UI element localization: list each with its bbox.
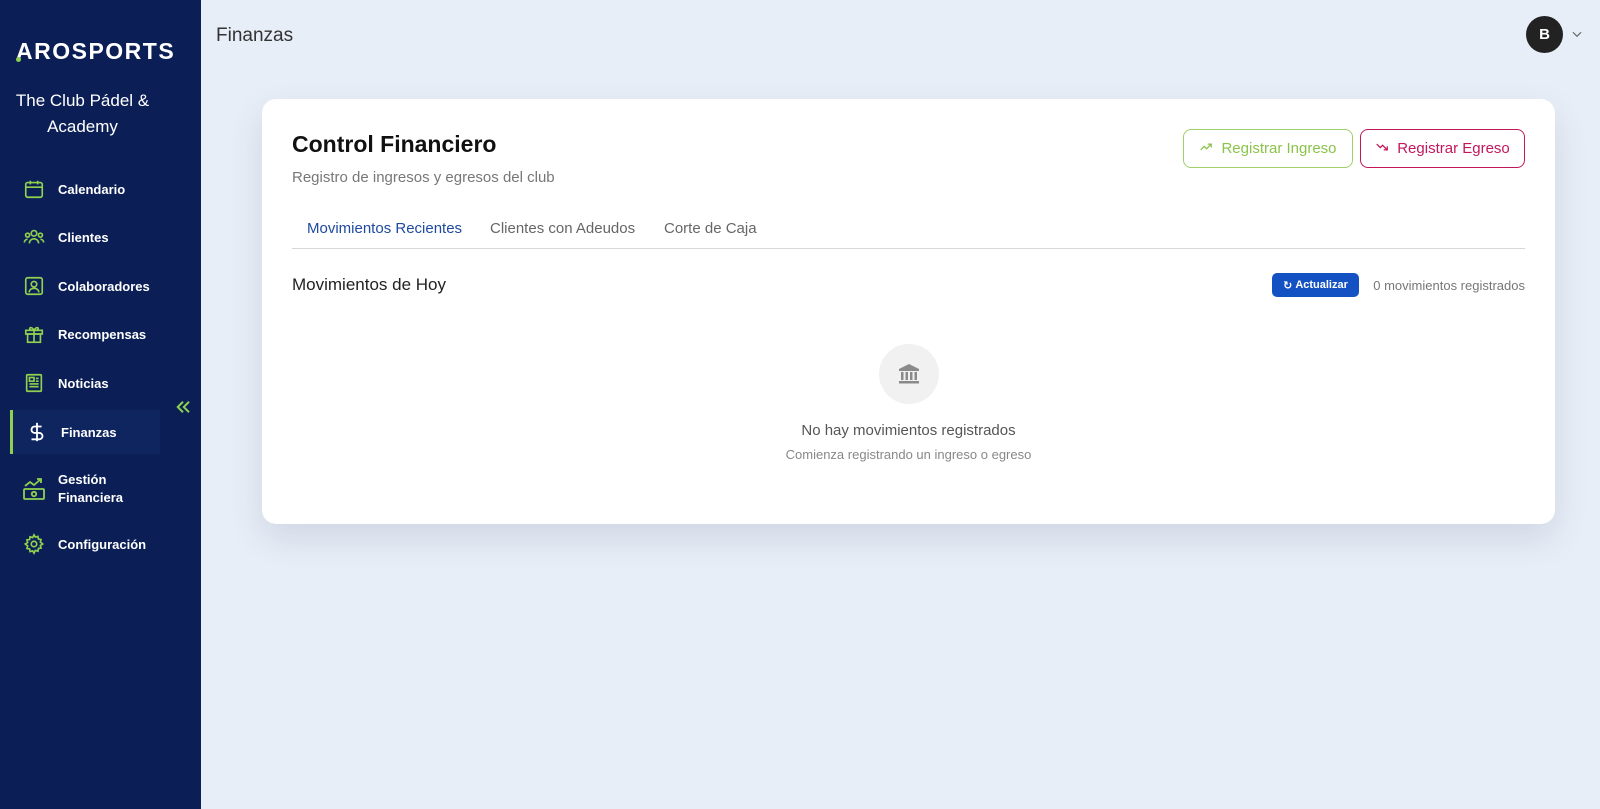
dollar-icon (25, 420, 49, 444)
cash-growth-icon (22, 477, 46, 501)
sidebar-item-label: Clientes (58, 229, 109, 245)
sidebar: AROSPORTS The Club Pádel & Academy Calen… (0, 0, 201, 809)
bank-icon (879, 344, 939, 404)
tab-corte-de-caja[interactable]: Corte de Caja (664, 220, 757, 237)
sidebar-item-label: Recompensas (58, 326, 147, 342)
sidebar-item-finanzas[interactable]: Finanzas (10, 410, 160, 454)
actualizar-button[interactable]: ↻ Actualizar (1272, 273, 1359, 297)
sidebar-item-recompensas[interactable]: Recompensas (10, 322, 160, 346)
logo-text: AROSPORTS (16, 38, 176, 64)
sidebar-item-label: Configuración (58, 536, 147, 552)
newspaper-icon (22, 371, 46, 395)
sidebar-item-noticias[interactable]: Noticias (10, 371, 160, 395)
sidebar-item-colaboradores[interactable]: Colaboradores (10, 274, 160, 298)
club-name: The Club Pádel & Academy (15, 91, 150, 136)
avatar[interactable]: B (1526, 16, 1563, 53)
refresh-icon: ↻ (1283, 279, 1293, 292)
sidebar-item-configuracion[interactable]: Configuración (10, 532, 160, 556)
sidebar-item-label: Finanzas (61, 424, 117, 440)
sidebar-item-gestion-financiera[interactable]: Gestión Financiera (10, 471, 160, 507)
registrar-egreso-label: Registrar Egreso (1397, 140, 1510, 157)
empty-state-subtitle: Comienza registrando un ingreso o egreso (785, 447, 1032, 462)
movements-count: 0 movimientos registrados (1373, 278, 1525, 293)
contact-badge-icon (22, 274, 46, 298)
sidebar-collapse-button[interactable] (172, 398, 194, 420)
users-icon (22, 225, 46, 249)
card-subtitle: Registro de ingresos y egresos del club (292, 169, 555, 186)
sidebar-item-label: Gestión Financiera (58, 472, 124, 505)
sidebar-item-label: Calendario (58, 181, 126, 197)
sidebar-item-label: Noticias (58, 375, 109, 391)
sidebar-item-label: Colaboradores (58, 278, 150, 294)
tab-movimientos-recientes[interactable]: Movimientos Recientes (307, 220, 462, 237)
registrar-egreso-button[interactable]: Registrar Egreso (1360, 129, 1525, 168)
registrar-ingreso-label: Registrar Ingreso (1221, 140, 1337, 157)
calendar-icon (22, 177, 46, 201)
tab-bar: Movimientos Recientes Clientes con Adeud… (292, 211, 1525, 249)
double-chevron-left-icon (174, 398, 192, 421)
finance-card: Control Financiero Registro de ingresos … (262, 99, 1555, 524)
sidebar-item-calendario[interactable]: Calendario (10, 177, 160, 201)
sidebar-item-clientes[interactable]: Clientes (10, 225, 160, 249)
trend-up-icon (1199, 140, 1213, 158)
card-title: Control Financiero (292, 131, 497, 157)
logo-dot (16, 57, 21, 62)
gift-icon (22, 322, 46, 346)
page-title: Finanzas (216, 25, 294, 46)
section-title: Movimientos de Hoy (292, 275, 447, 294)
actualizar-label: Actualizar (1295, 279, 1348, 291)
chevron-down-icon[interactable] (1570, 27, 1584, 46)
app-logo[interactable]: AROSPORTS (16, 38, 175, 65)
gear-icon (22, 532, 46, 556)
registrar-ingreso-button[interactable]: Registrar Ingreso (1183, 129, 1353, 168)
empty-state-title: No hay movimientos registrados (801, 422, 1016, 439)
tab-clientes-con-adeudos[interactable]: Clientes con Adeudos (490, 220, 635, 237)
trend-down-icon (1375, 140, 1389, 158)
